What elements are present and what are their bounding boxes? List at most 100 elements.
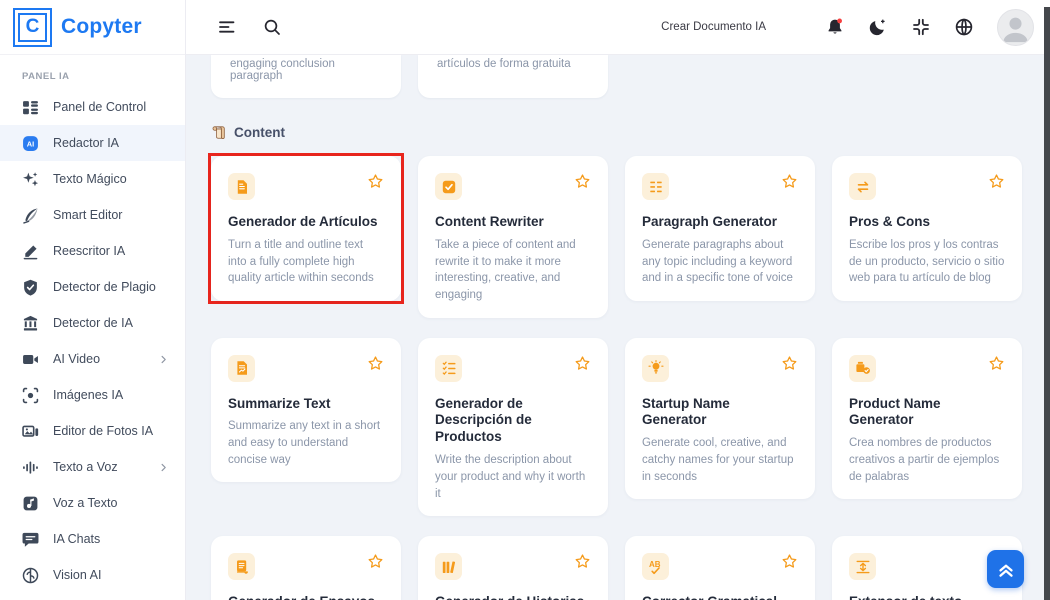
chat-icon [22,531,39,548]
photo-editor-icon [22,423,39,440]
sidebar-item-ai-video[interactable]: AI Video [0,341,185,377]
star-icon[interactable] [367,553,384,570]
video-icon [22,351,39,368]
card-title: Startup Name Generator [642,396,798,430]
sidebar-item-label: Voz a Texto [53,496,117,510]
card-wrapper: Startup Name Generator Generate cool, cre… [622,335,818,503]
tool-card-generador-de-historias[interactable]: Generador de HistoriasPermita que la IA … [418,536,608,600]
card-title: Content Rewriter [435,214,591,231]
card-wrapper: Content Rewriter Take a piece of content … [415,153,611,321]
sidebar-item-label: IA Chats [53,532,100,546]
grammar-icon: AB [642,553,669,580]
star-icon[interactable] [367,173,384,190]
star-icon[interactable] [781,355,798,372]
expand-icon [849,553,876,580]
card-wrapper: Generador de Descripción de ProductosWri… [415,335,611,520]
card-description: Take a piece of content and rewrite it t… [435,237,591,304]
globe-icon[interactable] [954,17,974,37]
sidebar-item-editor-de-fotos-ia[interactable]: Editor de Fotos IA [0,413,185,449]
card-wrapper: Generador de HistoriasPermita que la IA … [415,533,611,600]
card-top-row [228,355,384,382]
card-top-row [228,553,384,580]
sidebar-item-detector-de-plagio[interactable]: Detector de Plagio [0,269,185,305]
tool-card-content-rewriter[interactable]: Content Rewriter Take a piece of content … [418,156,608,318]
sidebar-item-smart-editor[interactable]: Smart Editor [0,197,185,233]
star-icon[interactable] [988,173,1005,190]
star-icon[interactable] [988,355,1005,372]
create-document-button[interactable]: Crear Documento IA [661,21,766,33]
sidebar-item-texto-a-voz[interactable]: Texto a Voz [0,449,185,485]
sidebar-item-voz-a-texto[interactable]: Voz a Texto [0,485,185,521]
image-scan-icon [22,387,39,404]
sidebar-item-detector-de-ia[interactable]: Detector de IA [0,305,185,341]
bell-icon[interactable] [825,17,845,37]
tool-card-corrector-gramatical[interactable]: ABCorrector GramaticalAsegúrese de que n… [625,536,815,600]
avatar[interactable] [997,9,1034,46]
brand-logo-letter: C [18,13,47,42]
voice-file-icon [22,495,39,512]
sidebar-item-panel-de-control[interactable]: Panel de Control [0,89,185,125]
sidebar-nav: Panel de Control AIRedactor IATexto Mágic… [0,89,185,593]
menu-lines-icon[interactable] [217,17,237,37]
ai-chip-icon: AI [22,135,39,152]
card-wrapper: Pros & ConsEscribe los pros y los contra… [829,153,1025,304]
main-content: engaging conclusion paragraph artículos d… [186,55,1050,600]
fullscreen-icon[interactable] [911,17,931,37]
tool-card-startup-name-generator[interactable]: Startup Name Generator Generate cool, cre… [625,338,815,500]
tool-card-summarize-text[interactable]: Summarize TextSummarize any text in a sh… [211,338,401,483]
moon-icon[interactable] [868,17,888,37]
star-icon[interactable] [781,553,798,570]
tool-card-generador-de-descripci-n-de-productos[interactable]: Generador de Descripción de ProductosWri… [418,338,608,517]
card-description: Write the description about your product… [435,452,591,502]
partial-card-text: engaging conclusion paragraph [230,58,335,82]
sidebar-item-ia-chats[interactable]: IA Chats [0,521,185,557]
card-title: Generador de Descripción de Productos [435,396,591,447]
brand-logo-box: C [13,8,52,47]
star-icon[interactable] [574,173,591,190]
sidebar-item-reescritor-ia[interactable]: Reescritor IA [0,233,185,269]
partial-card[interactable]: artículos de forma gratuita [418,55,608,98]
sidebar-item-label: AI Video [53,352,100,366]
shield-check-icon [22,279,39,296]
header-right: Crear Documento IA [661,9,1034,46]
tool-card-generador-de-art-culos[interactable]: Generador de ArtículosTurn a title and o… [211,156,401,301]
sidebar-item-redactor-ia[interactable]: AIRedactor IA [0,125,185,161]
card-top-row: AB [642,553,798,580]
sidebar-item-label: Vision AI [53,568,101,582]
tool-card-product-name-generator[interactable]: Product Name GeneratorCrea nombres de pr… [832,338,1022,500]
tool-card-generador-de-ensayos[interactable]: Generador de EnsayosCrea ensayos académi… [211,536,401,600]
card-top-row [435,173,591,200]
section-header-content: Content [211,124,1050,140]
card-top-row [435,355,591,382]
svg-text:AI: AI [27,139,34,148]
sidebar-item-label: Panel de Control [53,100,146,114]
star-icon[interactable] [574,553,591,570]
brand-logo[interactable]: C Copyter [0,0,185,55]
tool-card-paragraph-generator[interactable]: Paragraph GeneratorGenerate paragraphs a… [625,156,815,301]
chevron-up-icon[interactable] [789,21,802,34]
sidebar-item-texto-m-gico[interactable]: Texto Mágico [0,161,185,197]
sidebar: C Copyter PANEL IA Panel de ControlAIRed… [0,0,186,600]
tool-card-pros-cons[interactable]: Pros & ConsEscribe los pros y los contra… [832,156,1022,301]
sidebar-item-im-genes-ia[interactable]: Imágenes IA [0,377,185,413]
sidebar-item-vision-ai[interactable]: Vision AI [0,557,185,593]
card-top-row [435,553,591,580]
window-scrollbar[interactable] [1044,7,1050,600]
card-title: Generador de Historias [435,594,591,600]
sidebar-item-label: Detector de Plagio [53,280,156,294]
scroll-to-top-button[interactable] [987,550,1024,588]
partial-card[interactable]: engaging conclusion paragraph [211,55,401,98]
card-title: Paragraph Generator [642,214,798,231]
search-icon[interactable] [262,17,282,37]
grid-icon [22,99,39,116]
star-icon[interactable] [781,173,798,190]
sparkles-icon [22,171,39,188]
star-icon[interactable] [367,355,384,372]
pencil-icon [22,243,39,260]
quill-icon [22,207,39,224]
waveform-icon [22,459,39,476]
top-header: Crear Documento IA [186,0,1050,55]
star-icon[interactable] [574,355,591,372]
sidebar-item-label: Editor de Fotos IA [53,424,153,438]
card-description: Generate cool, creative, and catchy name… [642,435,798,485]
